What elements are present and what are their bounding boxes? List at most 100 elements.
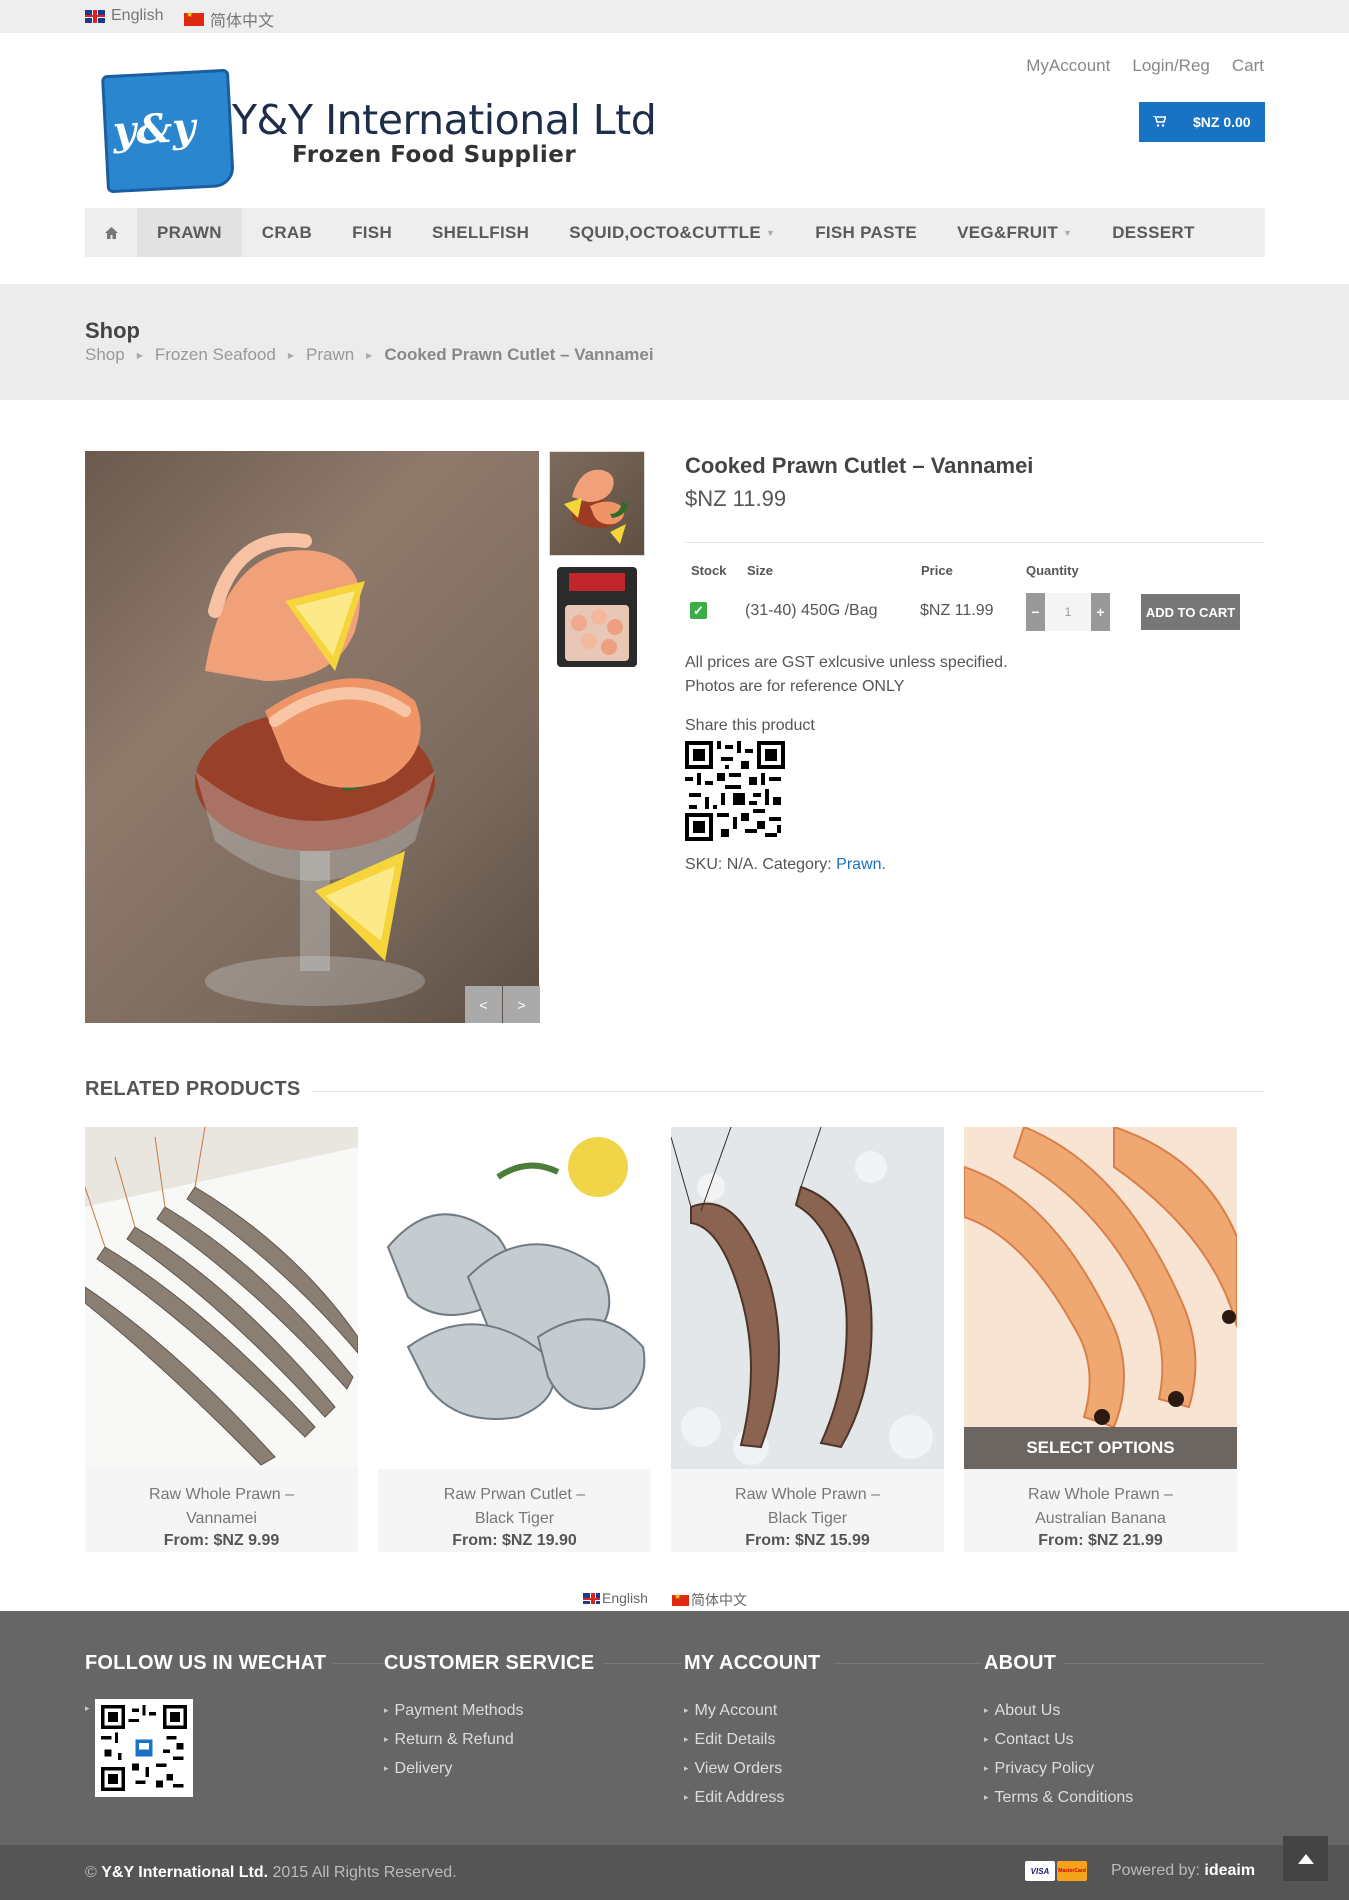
breadcrumb-frozen-seafood[interactable]: Frozen Seafood: [155, 345, 276, 365]
powered-by-label: Powered by:: [1111, 1862, 1200, 1879]
main-nav: PRAWN CRAB FISH SHELLFISH SQUID,OCTO&CUT…: [85, 208, 1265, 257]
raw-vannamei-photo: [85, 1127, 358, 1469]
sku-label: SKU: N/A. Category:: [685, 856, 832, 873]
footer-link-edit-details[interactable]: Edit Details: [684, 1725, 784, 1754]
product-name-line-1: Raw Whole Prawn –: [149, 1486, 294, 1503]
increase-quantity-button[interactable]: +: [1091, 593, 1110, 631]
footer-heading: ABOUT: [984, 1652, 1057, 1674]
footer-link-payment-methods[interactable]: Payment Methods: [384, 1696, 524, 1725]
column-stock: Stock: [691, 563, 727, 578]
related-product-card[interactable]: Raw Whole Prawn – Black Tiger From: $NZ …: [671, 1127, 944, 1552]
footer-link-about-us[interactable]: About Us: [984, 1696, 1133, 1725]
breadcrumb-separator-icon: ▶: [136, 350, 143, 360]
footer-link-return-refund[interactable]: Return & Refund: [384, 1725, 523, 1754]
page-title: Shop: [85, 318, 140, 343]
product-main-image[interactable]: [85, 451, 539, 1023]
prawn-package-thumb: [557, 567, 637, 667]
footer-link-privacy-policy[interactable]: Privacy Policy: [984, 1754, 1133, 1783]
related-product-card[interactable]: Raw Whole Prawn – Vannamei From: $NZ 9.9…: [85, 1127, 358, 1552]
payment-cards: VISA MasterCard: [1025, 1861, 1087, 1881]
divider: [312, 1091, 1265, 1092]
bullet-icon: ▸: [85, 1703, 90, 1713]
footer-link-view-orders[interactable]: View Orders: [684, 1754, 784, 1783]
related-product-card[interactable]: Raw Prwan Cutlet – Black Tiger From: $NZ…: [378, 1127, 651, 1552]
column-price: Price: [921, 563, 953, 578]
breadcrumb-shop[interactable]: Shop: [85, 345, 125, 365]
product-thumbnail-1[interactable]: [549, 451, 645, 556]
category-link[interactable]: Prawn.: [836, 856, 886, 873]
lang-english-label: English: [111, 7, 164, 24]
raw-tiger-cutlet-photo: [378, 1127, 651, 1469]
uk-flag-icon: [85, 9, 105, 23]
nav-shellfish[interactable]: SHELLFISH: [412, 208, 549, 257]
footer-lang-chinese-label: 简体中文: [691, 1592, 747, 1608]
breadcrumb-separator-icon: ▶: [366, 350, 373, 360]
breadcrumb-prawn[interactable]: Prawn: [306, 345, 354, 365]
powered-by-link[interactable]: ideaim: [1204, 1862, 1255, 1879]
qr-code-icon: [685, 741, 785, 841]
column-quantity: Quantity: [1026, 563, 1079, 578]
column-size: Size: [747, 563, 774, 578]
copyright-symbol: ©: [85, 1864, 97, 1881]
photo-note: Photos are for reference ONLY: [685, 678, 905, 695]
nav-fish[interactable]: FISH: [332, 208, 412, 257]
lang-english-link[interactable]: English: [85, 7, 163, 25]
divider: [685, 542, 1265, 543]
select-options-button[interactable]: SELECT OPTIONS: [964, 1427, 1237, 1469]
scroll-to-top-button[interactable]: [1283, 1836, 1328, 1881]
footer-link-contact-us[interactable]: Contact Us: [984, 1725, 1133, 1754]
footer-lang-chinese-link[interactable]: 简体中文: [672, 1590, 747, 1610]
product-name-line-2: Black Tiger: [474, 1510, 555, 1527]
cart-icon: [1139, 114, 1179, 130]
product-name: Raw Prwan Cutlet – Black Tiger: [378, 1483, 651, 1531]
lang-chinese-link[interactable]: 简体中文: [184, 7, 274, 31]
breadcrumb: Shop ▶ Frozen Seafood ▶ Prawn ▶ Cooked P…: [85, 345, 654, 365]
copyright-suffix: 2015 All Rights Reserved.: [272, 1864, 457, 1881]
footer-link-edit-address[interactable]: Edit Address: [684, 1783, 785, 1812]
product-name: Raw Whole Prawn – Vannamei: [85, 1483, 358, 1531]
nav-home[interactable]: [85, 208, 137, 257]
divider: [1064, 1663, 1264, 1664]
mini-cart-button[interactable]: $NZ 0.00: [1139, 102, 1265, 142]
product-name-line-2: Australian Banana: [1035, 1510, 1166, 1527]
my-account-link[interactable]: MyAccount: [1026, 56, 1110, 76]
powered-by: Powered by: ideaim: [1111, 1862, 1255, 1880]
nav-prawn[interactable]: PRAWN: [137, 208, 242, 257]
nav-dessert[interactable]: DESSERT: [1092, 208, 1214, 257]
divider: [604, 1663, 682, 1664]
product-name-line-1: Raw Whole Prawn –: [1028, 1486, 1173, 1503]
breadcrumb-current: Cooked Prawn Cutlet – Vannamei: [384, 345, 654, 364]
cart-link[interactable]: Cart: [1232, 56, 1264, 76]
variant-price: $NZ 11.99: [920, 602, 994, 619]
product-price: $NZ 11.99: [685, 486, 787, 511]
gst-note: All prices are GST exlcusive unless spec…: [685, 654, 1008, 671]
add-to-cart-button[interactable]: ADD TO CART: [1141, 594, 1240, 630]
product-thumbnail-2[interactable]: [549, 565, 645, 670]
language-bar: English 简体中文: [0, 0, 1349, 33]
footer-heading: FOLLOW US IN WECHAT: [85, 1652, 327, 1674]
product-price: From: $NZ 9.99: [163, 1532, 280, 1549]
site-logo[interactable]: y&y: [100, 68, 236, 194]
nav-veg-fruit[interactable]: VEG&FRUIT ▼: [937, 208, 1092, 257]
wechat-qr-code: [95, 1699, 193, 1797]
site-footer: FOLLOW US IN WECHAT ▸ CUSTOMER SERVICE ▸…: [0, 1611, 1349, 1845]
image-next-button[interactable]: >: [503, 986, 540, 1023]
login-register-link[interactable]: Login/Reg: [1132, 56, 1210, 76]
nav-fish-paste[interactable]: FISH PASTE: [795, 208, 937, 257]
image-prev-button[interactable]: <: [465, 986, 502, 1023]
divider: [834, 1663, 982, 1664]
footer-link-terms-conditions[interactable]: Terms & Conditions: [984, 1783, 1134, 1812]
decrease-quantity-button[interactable]: −: [1026, 593, 1045, 631]
nav-squid-octo-cuttle[interactable]: SQUID,OCTO&CUTTLE ▼: [549, 208, 795, 257]
nav-crab[interactable]: CRAB: [242, 208, 332, 257]
related-product-card[interactable]: SELECT OPTIONS Raw Whole Prawn – Austral…: [964, 1127, 1237, 1552]
footer-link-my-account[interactable]: My Account: [684, 1696, 784, 1725]
footer-link-delivery[interactable]: Delivery: [384, 1754, 523, 1783]
visa-card-icon: VISA: [1025, 1861, 1055, 1881]
in-stock-check-icon: ✓: [690, 602, 707, 619]
uk-flag-icon: [583, 1592, 600, 1604]
share-label: Share this product: [685, 717, 815, 734]
footer-lang-english-link[interactable]: English: [583, 1590, 648, 1606]
quantity-input[interactable]: 1: [1045, 593, 1091, 631]
product-name-line-2: Vannamei: [186, 1510, 257, 1527]
